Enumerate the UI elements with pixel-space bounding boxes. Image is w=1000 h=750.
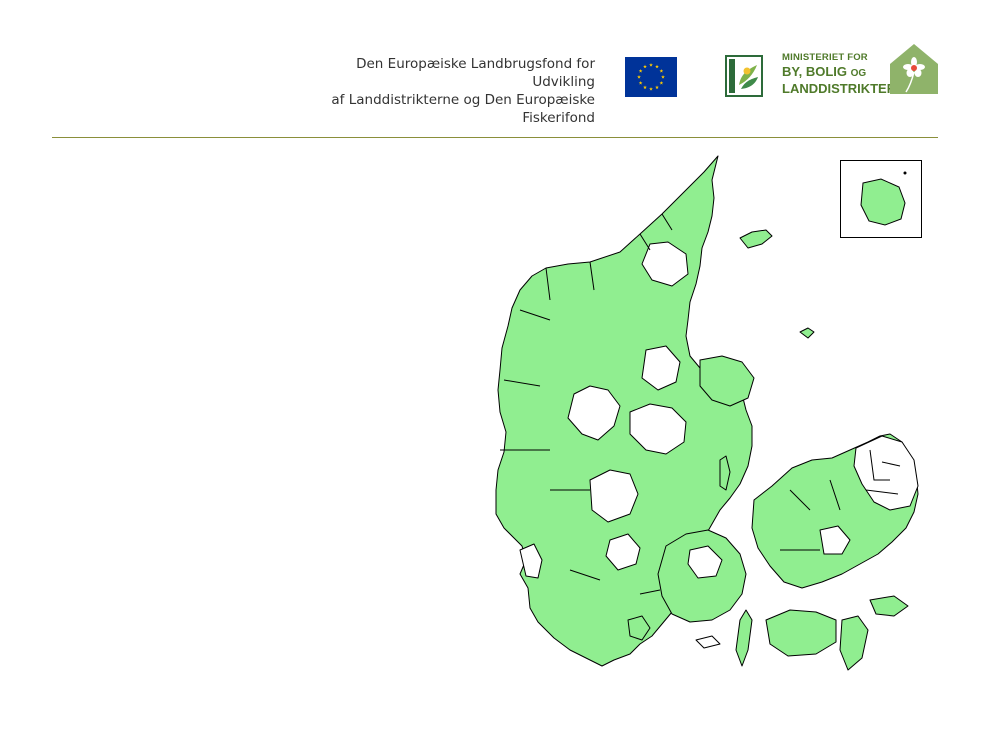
falster-island	[839, 615, 869, 671]
fund-line-2: af Landdistrikterne og Den Europæiske Fi…	[331, 92, 595, 126]
anholt-island	[799, 327, 815, 339]
ministry-line-3: LANDDISTRIKTER	[782, 81, 897, 96]
fund-line-1: Den Europæiske Landbrugsfond for Udvikli…	[356, 56, 595, 90]
laeso-island	[739, 229, 773, 249]
langeland-island	[735, 609, 753, 667]
header-divider	[52, 137, 938, 138]
eu-flag-icon	[625, 57, 677, 97]
ministry-logo: MINISTERIET FOR BY, BOLIG OG LANDDISTRIK…	[782, 42, 940, 98]
ministry-line-2: BY, BOLIG OG	[782, 64, 867, 79]
mon-island	[869, 595, 909, 617]
fund-text: Den Europæiske Landbrugsfond for Udvikli…	[300, 55, 595, 127]
bornholm-island	[860, 171, 907, 226]
house-flower-icon	[890, 44, 938, 94]
lolland-island	[765, 609, 837, 657]
leader-logo-icon	[725, 55, 763, 97]
bornholm-inset	[840, 160, 922, 238]
aero-island	[695, 635, 721, 649]
ministry-text: MINISTERIET FOR BY, BOLIG OG LANDDISTRIK…	[782, 52, 897, 96]
ministry-line-1: MINISTERIET FOR	[782, 52, 868, 63]
